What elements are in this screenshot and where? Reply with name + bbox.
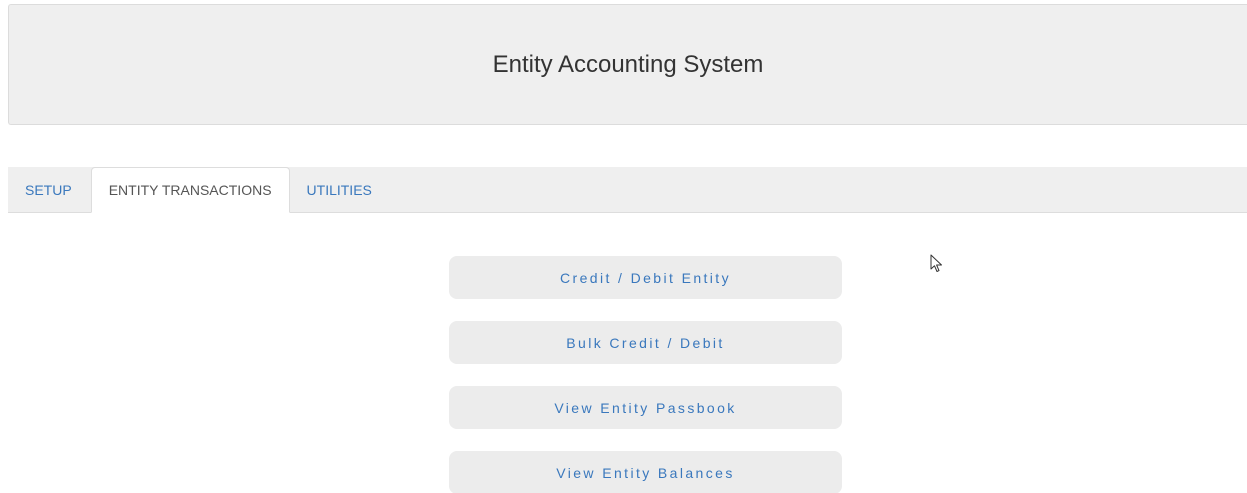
view-entity-balances-button[interactable]: View Entity Balances [449, 451, 842, 493]
tab-entity-transactions[interactable]: ENTITY TRANSACTIONS [90, 167, 290, 213]
view-entity-passbook-button[interactable]: View Entity Passbook [449, 386, 842, 429]
credit-debit-entity-button[interactable]: Credit / Debit Entity [449, 256, 842, 299]
page: Entity Accounting System SETUP ENTITY TR… [0, 0, 1247, 493]
tab-utilities[interactable]: UTILITIES [290, 167, 389, 212]
tab-setup[interactable]: SETUP [8, 167, 91, 212]
mouse-pointer-icon [930, 254, 942, 272]
bulk-credit-debit-button[interactable]: Bulk Credit / Debit [449, 321, 842, 364]
action-list: Credit / Debit Entity Bulk Credit / Debi… [449, 256, 842, 493]
page-title: Entity Accounting System [492, 50, 764, 78]
tab-bar: SETUP ENTITY TRANSACTIONS UTILITIES [8, 167, 1247, 213]
app-header: Entity Accounting System [8, 4, 1247, 125]
